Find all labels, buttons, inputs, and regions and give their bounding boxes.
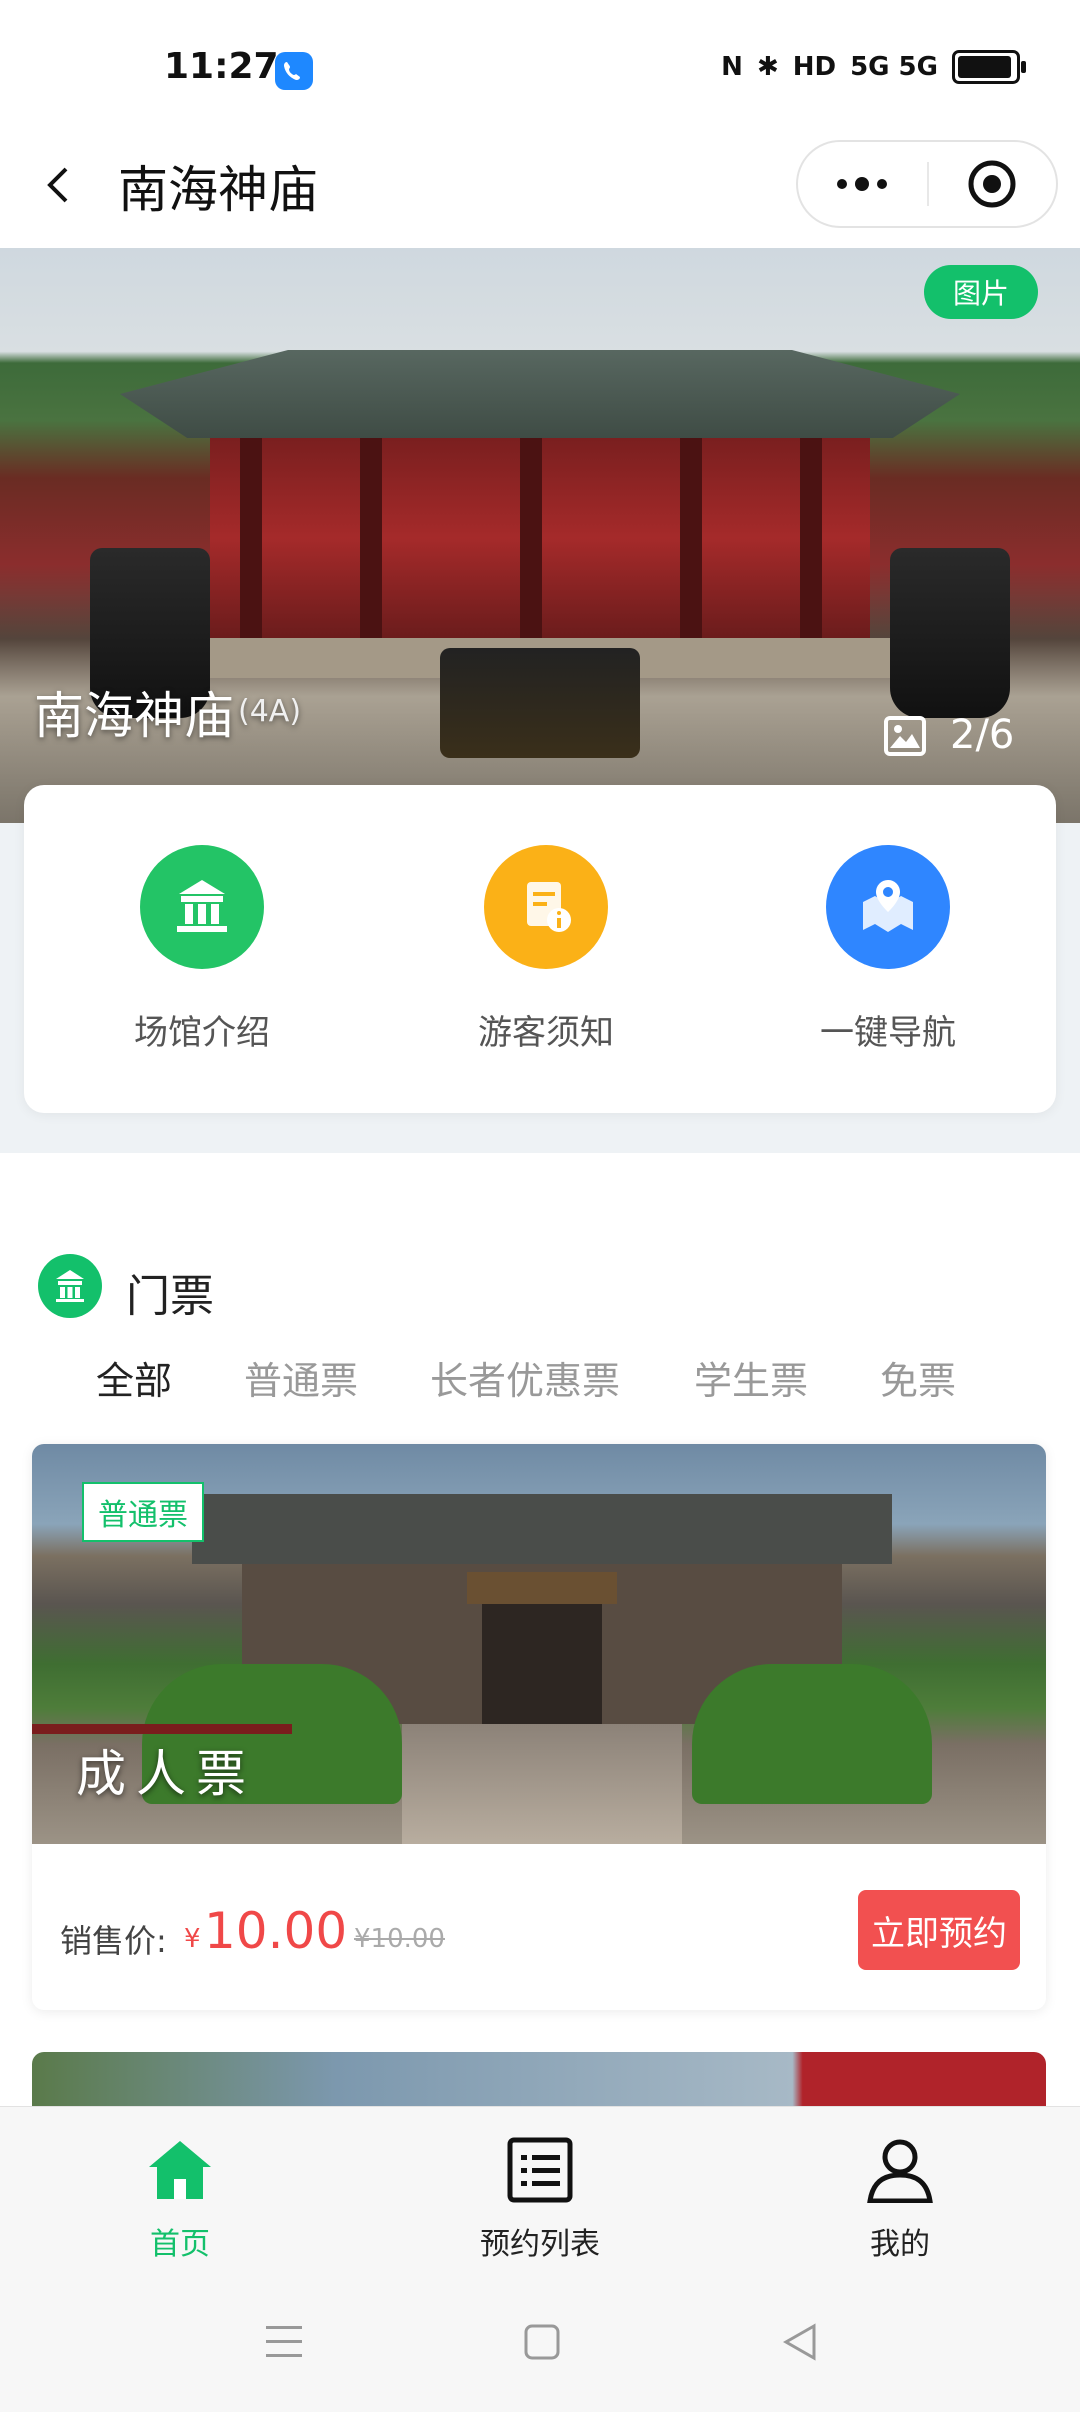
- price-value: 10.00: [204, 1902, 348, 1960]
- more-menu-icon[interactable]: [798, 142, 926, 226]
- section-title: 门票: [126, 1271, 214, 1322]
- feature-navigation[interactable]: 一键导航: [758, 845, 1018, 1054]
- tab-label: 我的: [870, 2227, 930, 2262]
- feature-card: 场馆介绍 游客须知 一键导航: [24, 785, 1056, 1113]
- image-counter: 2/6: [950, 712, 1015, 758]
- feature-label: 一键导航: [820, 1013, 956, 1053]
- temple-pillar: [240, 438, 262, 648]
- bottom-tab-bar: 首页 预约列表 我的: [0, 2106, 1080, 2283]
- tab-me[interactable]: 我的: [800, 2137, 1000, 2263]
- pavilion-icon: [140, 845, 264, 969]
- bluetooth-icon: ✱: [756, 52, 779, 82]
- temple-pillar: [680, 438, 702, 648]
- ticket-card[interactable]: 普通票 成人票 销售价: ¥ 10.00 ¥10.00 立即预约: [32, 1444, 1046, 2010]
- tab-all[interactable]: 全部: [96, 1350, 172, 1405]
- gate-roof: [192, 1494, 892, 1564]
- ticket-name: 成人票: [76, 1745, 256, 1803]
- back-triangle-icon[interactable]: [778, 2320, 822, 2368]
- page-title: 南海神庙: [118, 161, 318, 219]
- tab-label: 首页: [150, 2227, 210, 2262]
- book-now-button[interactable]: 立即预约: [858, 1890, 1020, 1970]
- tab-senior[interactable]: 长者优惠票: [430, 1350, 620, 1405]
- list-icon: [440, 2137, 640, 2207]
- tab-regular[interactable]: 普通票: [244, 1350, 358, 1405]
- nfc-icon: N: [721, 52, 743, 82]
- close-target-icon[interactable]: [928, 142, 1056, 226]
- system-nav-bar: [0, 2282, 1080, 2412]
- venue-name: 南海神庙: [34, 687, 234, 745]
- tab-label: 预约列表: [480, 2227, 600, 2262]
- venue-level: (4A): [238, 694, 302, 729]
- feature-venue-intro[interactable]: 场馆介绍: [72, 845, 332, 1054]
- incense-urn: [890, 548, 1010, 718]
- tab-student[interactable]: 学生票: [694, 1350, 808, 1405]
- battery-icon: [952, 50, 1026, 84]
- image-tag[interactable]: 图片: [924, 265, 1038, 319]
- home-square-icon[interactable]: [520, 2320, 564, 2368]
- gallery-icon: [884, 716, 926, 756]
- temple-roof: [120, 350, 960, 438]
- original-price: ¥10.00: [354, 1924, 445, 1954]
- incense-burner: [440, 648, 640, 758]
- ticket-section-icon: [38, 1254, 102, 1318]
- temple-pillar: [520, 438, 542, 648]
- shrub: [692, 1664, 932, 1804]
- gate-steps: [402, 1724, 682, 1844]
- feature-label: 游客须知: [478, 1013, 614, 1053]
- user-icon: [800, 2137, 1000, 2207]
- home-icon: [80, 2137, 280, 2207]
- mini-program-capsule: [796, 140, 1058, 228]
- feature-visitor-notice[interactable]: 游客须知: [416, 845, 676, 1054]
- temple-pillar: [800, 438, 822, 648]
- hd-icon: HD: [792, 52, 837, 82]
- phone-call-icon: [275, 52, 313, 90]
- tab-home[interactable]: 首页: [80, 2137, 280, 2263]
- signal-icon: 5G 5G: [850, 52, 938, 82]
- status-icons: N ✱ HD 5G 5G: [721, 50, 1026, 84]
- status-time: 11:27: [164, 46, 279, 87]
- temple-pillar: [360, 438, 382, 648]
- notice-icon: [484, 845, 608, 969]
- back-arrow-icon[interactable]: [40, 165, 80, 205]
- ticket-card-next[interactable]: [32, 2052, 1046, 2112]
- gate-sign: [467, 1572, 617, 1604]
- map-pin-icon: [826, 845, 950, 969]
- ticket-filter-tabs: 全部 普通票 长者优惠票 学生票 免票: [0, 1350, 1080, 1420]
- menu-icon[interactable]: [262, 2322, 306, 2366]
- feature-label: 场馆介绍: [134, 1013, 270, 1053]
- ticket-type-badge: 普通票: [82, 1482, 204, 1542]
- tab-booking-list[interactable]: 预约列表: [440, 2137, 640, 2263]
- tab-free[interactable]: 免票: [880, 1350, 956, 1405]
- gate-door: [482, 1584, 602, 1734]
- price-currency: ¥: [184, 1924, 201, 1954]
- price-label: 销售价:: [60, 1922, 167, 1960]
